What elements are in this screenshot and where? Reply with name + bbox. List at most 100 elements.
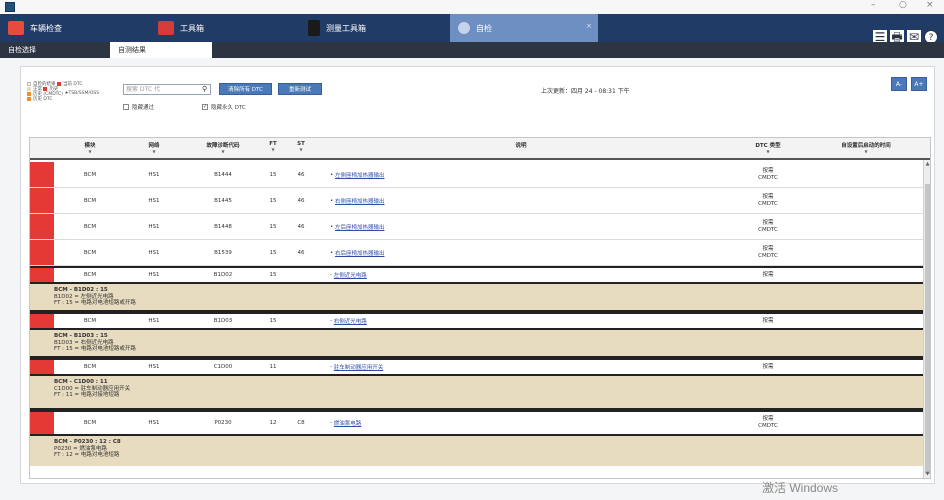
hide-permanent-dtc-checkbox[interactable]: ✓ 隐藏永久 DTC	[202, 103, 246, 111]
last-updated-text: 上次更新：四月 24 - 08:31 下午	[541, 88, 630, 95]
table-row-selected[interactable]: BCM HS1 B1D03 15 - 右侧近光电路 按需	[30, 312, 925, 330]
hide-passed-checkbox[interactable]: 隐藏通过	[123, 103, 154, 111]
table-row-selected[interactable]: BCM HS1 C1D00 11 - 驻车制动器应用开关 按需	[30, 358, 925, 376]
detail-line: B1D02 = 左侧近光电路	[54, 293, 114, 300]
checkbox-box[interactable]	[123, 104, 129, 110]
tab-self-test-selection[interactable]: 自检选择	[0, 42, 108, 58]
description-link[interactable]: 左侧近光电路	[334, 271, 367, 279]
column-header-dtc-type[interactable]: DTC 类型 ▼	[728, 141, 808, 154]
table-row[interactable]: BCM HS1 B1448 15 46 • 左后座椅加热器输出 按需 CMDTC	[30, 214, 925, 240]
clear-all-dtc-button[interactable]: 清除所有 DTC	[219, 83, 272, 95]
dash-icon: -	[330, 364, 332, 370]
cell-ft: 15	[269, 318, 277, 324]
table-row-selected[interactable]: BCM HS1 B1D02 15 - 左侧近光电路 按需	[30, 266, 925, 284]
cell-st: C8	[297, 420, 305, 426]
tab-measurement-toolbox[interactable]: 测量工具箱	[300, 14, 448, 42]
cell-description: • 右后座椅加热器输出	[330, 240, 726, 265]
detail-line: P0230 = 燃油泵电路	[54, 445, 107, 452]
column-header-time-since-set[interactable]: 自设置后启动的时间 ▼	[810, 141, 922, 154]
search-icon[interactable]: ⚲	[202, 85, 207, 93]
column-header-description[interactable]: 说明	[316, 141, 726, 149]
cell-network: HS1	[148, 272, 160, 278]
scroll-down-icon[interactable]: ▼	[924, 471, 930, 477]
table-row[interactable]: BCM HS1 B1539 15 46 • 右后座椅加热器输出 按需 CMDTC	[30, 240, 925, 266]
windows-activation-watermark: 激活 Windows	[762, 481, 839, 495]
close-tab-icon[interactable]: ×	[586, 22, 592, 30]
cell-ft: 15	[269, 249, 277, 256]
cell-code: B1D02	[213, 272, 233, 278]
cell-dtc-type: 按需	[762, 317, 774, 324]
detail-title: BCM - C1D00 : 11	[54, 379, 108, 385]
sort-arrow-icon: ▼	[221, 149, 225, 154]
dtc-detail-panel: BCM - B1D03 : 15 B1D03 = 右侧近光电路 FT : 15 …	[30, 330, 925, 358]
toolbox-icon	[158, 21, 174, 35]
dtc-search-input[interactable]: 搜索 DTC 代	[123, 84, 211, 95]
description-link[interactable]: 左后座椅加热器输出	[335, 223, 385, 231]
tab-label: 测量工具箱	[326, 23, 366, 33]
dash-icon: -	[330, 272, 332, 278]
column-header-network[interactable]: 网络 ▼	[122, 141, 186, 154]
dtc-table: 模块 ▼ 网络 ▼ 故障诊断代码 ▼ FT ▼ ST ▼ 说明 DTC 类型 ▼ 自设置后启…	[29, 137, 931, 479]
close-window-button[interactable]: ×	[926, 0, 934, 10]
restore-button[interactable]: ○	[899, 0, 907, 10]
minimize-button[interactable]: –	[871, 0, 876, 10]
tab-self-test-results[interactable]: 自测结果	[110, 42, 212, 58]
table-row-selected[interactable]: BCM HS1 P0230 12 C8 - 燃油泵电路 按需 CMDTC	[30, 410, 925, 436]
font-smaller-button[interactable]: A-	[891, 77, 907, 91]
scroll-up-icon[interactable]: ▲	[924, 161, 930, 167]
tab-vehicle-check[interactable]: 车辆检查	[0, 14, 148, 42]
description-link[interactable]: 右侧近光电路	[334, 317, 367, 325]
sort-arrow-icon: ▼	[271, 147, 275, 152]
checkbox-checked-icon[interactable]: ✓	[202, 104, 208, 110]
cell-description: • 左侧座椅加热器输出	[330, 162, 726, 187]
cell-module: BCM	[83, 318, 97, 324]
detail-title: BCM - B1D02 : 15	[54, 287, 108, 293]
meter-icon	[308, 20, 320, 36]
column-header-ft[interactable]: FT ▼	[260, 141, 286, 152]
retest-button[interactable]: 重新测试	[278, 83, 322, 95]
description-link[interactable]: 驻车制动器应用开关	[334, 363, 384, 371]
sub-tab-bar: 自检选择 自测结果	[0, 42, 944, 58]
cell-dtc-type: 按需 CMDTC	[758, 245, 778, 259]
dtc-detail-panel: BCM - P0230 : 12 : C8 P0230 = 燃油泵电路 FT :…	[30, 436, 925, 466]
detail-line: B1D03 = 右侧近光电路	[54, 339, 114, 346]
description-link[interactable]: 右侧座椅加热器输出	[335, 197, 385, 205]
legend-swatch	[27, 81, 31, 86]
table-row[interactable]: BCM HS1 B1445 15 46 • 右侧座椅加热器输出 按需 CMDTC	[30, 188, 925, 214]
cell-description: - 左侧近光电路	[330, 268, 726, 282]
tab-toolbox[interactable]: 工具箱	[150, 14, 298, 42]
tab-label: 车辆检查	[30, 23, 62, 33]
tab-label: 自检	[476, 23, 492, 33]
legend-item: 历史 DTC	[27, 96, 123, 102]
cell-module: BCM	[83, 272, 97, 278]
table-header: 模块 ▼ 网络 ▼ 故障诊断代码 ▼ FT ▼ ST ▼ 说明 DTC 类型 ▼ 自设置后启…	[30, 138, 930, 160]
cell-code: B1448	[214, 223, 232, 230]
cell-ft: 15	[269, 197, 277, 204]
column-header-code[interactable]: 故障诊断代码 ▼	[188, 141, 258, 154]
bullet-icon: •	[330, 223, 334, 230]
description-link[interactable]: 左侧座椅加热器输出	[335, 171, 385, 179]
scrollbar-thumb[interactable]	[925, 184, 930, 474]
sort-arrow-icon: ▼	[152, 149, 156, 154]
font-larger-button[interactable]: A+	[911, 77, 927, 91]
sort-arrow-icon: ▼	[864, 149, 868, 154]
cell-code: B1444	[214, 171, 232, 178]
table-row[interactable]: BCM HS1 B1444 15 46 • 左侧座椅加热器输出 按需 CMDTC	[30, 162, 925, 188]
tab-self-test[interactable]: 自检 ×	[450, 14, 598, 42]
bullet-icon: •	[330, 249, 334, 256]
column-header-module[interactable]: 模块 ▼	[60, 141, 120, 154]
dtc-status-marker	[30, 240, 54, 265]
cell-st: 46	[297, 223, 305, 230]
column-header-st[interactable]: ST ▼	[288, 141, 314, 152]
description-link[interactable]: 右后座椅加热器输出	[335, 249, 385, 257]
cell-dtc-type: 按需	[762, 363, 774, 370]
detail-title: BCM - P0230 : 12 : C8	[54, 439, 121, 445]
cell-module: BCM	[83, 223, 97, 230]
dtc-detail-panel: BCM - B1D02 : 15 B1D02 = 左侧近光电路 FT : 15 …	[30, 284, 925, 312]
cell-description: - 燃油泵电路	[330, 412, 726, 434]
cell-dtc-type: 按需 CMDTC	[758, 167, 778, 181]
vertical-scrollbar[interactable]: ▲ ▼	[923, 160, 930, 478]
description-link[interactable]: 燃油泵电路	[334, 419, 362, 427]
detail-title: BCM - B1D03 : 15	[54, 333, 108, 339]
dtc-status-marker	[30, 360, 54, 374]
